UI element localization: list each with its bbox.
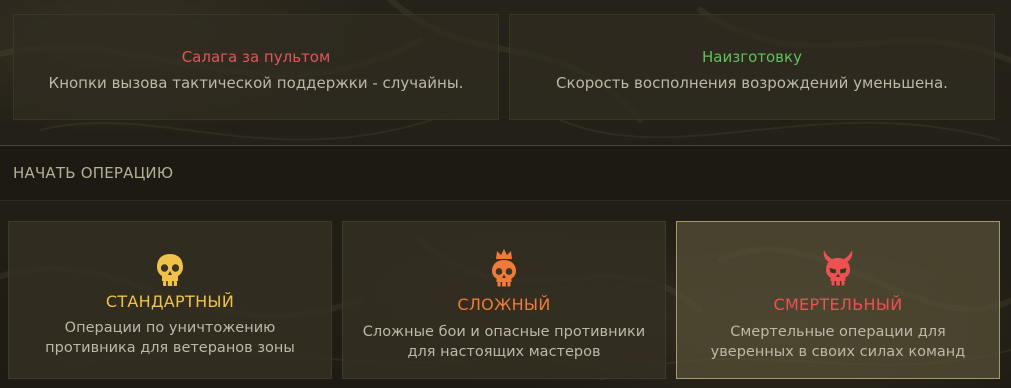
section-title: НАЧАТЬ ОПЕРАЦИЮ [13, 164, 174, 182]
operation-card-hard[interactable]: СЛОЖНЫЙ Сложные бои и опасные противники… [342, 221, 666, 379]
operation-title: СМЕРТЕЛЬНЫЙ [773, 295, 903, 314]
operation-description-line: Операции по уничтожению [64, 320, 276, 336]
skull-icon [157, 254, 183, 286]
operation-title: СТАНДАРТНЫЙ [105, 292, 235, 311]
modifier-description: Скорость восполнения возрождений уменьше… [556, 74, 948, 92]
modifier-description: Кнопки вызова тактической поддержки - сл… [48, 74, 464, 92]
horned-skull-icon [823, 250, 853, 286]
modifier-title: Наизготовку [702, 48, 802, 66]
operation-description: Смертельные операции для уверенных в сво… [677, 322, 999, 362]
operation-title: СЛОЖНЫЙ [457, 295, 551, 314]
operation-card-standard[interactable]: СТАНДАРТНЫЙ Операции по уничтожению прот… [8, 221, 332, 379]
operation-description-line: Смертельные операции для [730, 324, 946, 340]
modifier-card-at-the-ready: Наизготовку Скорость восполнения возрожд… [509, 14, 995, 120]
modifier-title: Салага за пультом [181, 48, 331, 66]
operation-description-line: уверенных в своих силах команд [710, 344, 966, 360]
start-operation-header: НАЧАТЬ ОПЕРАЦИЮ [0, 145, 1011, 201]
modifier-card-commander-rookie: Салага за пультом Кнопки вызова тактичес… [13, 14, 499, 120]
operation-description-line: Сложные бои и опасные противники [362, 324, 646, 340]
crowned-skull-icon [492, 249, 516, 287]
operation-description: Сложные бои и опасные противники для нас… [343, 322, 665, 362]
operation-description: Операции по уничтожению противника для в… [9, 318, 331, 358]
operation-description-line: для настоящих мастеров [407, 344, 601, 360]
operation-card-deadly[interactable]: СМЕРТЕЛЬНЫЙ Смертельные операции для уве… [676, 221, 1000, 379]
operation-description-line: противника для ветеранов зоны [45, 340, 295, 356]
